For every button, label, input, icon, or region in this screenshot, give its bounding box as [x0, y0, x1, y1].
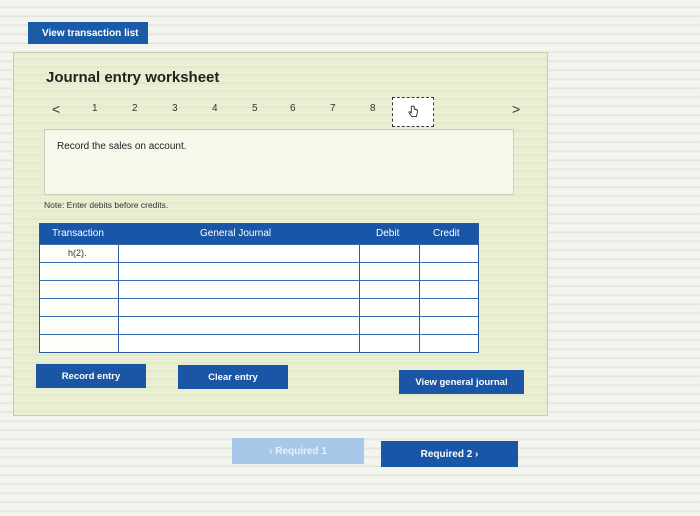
transaction-cell: [40, 281, 118, 298]
debit-input[interactable]: [359, 281, 419, 298]
page-8[interactable]: 8: [370, 103, 376, 114]
page-7[interactable]: 7: [330, 103, 336, 114]
credit-input[interactable]: [419, 263, 478, 280]
account-input[interactable]: [118, 281, 359, 298]
worksheet-pager: < 1 2 3 4 5 6 7 8 >: [14, 97, 549, 127]
transaction-label: h(2).: [68, 248, 87, 258]
view-transaction-list-button[interactable]: View transaction list: [28, 22, 148, 44]
clear-entry-button[interactable]: Clear entry: [178, 365, 288, 389]
header-debit: Debit: [376, 228, 400, 239]
table-row: [40, 316, 478, 335]
header-credit: Credit: [433, 228, 460, 239]
next-required-button[interactable]: Required 2 ›: [381, 441, 518, 467]
prev-required-button[interactable]: ‹ Required 1: [232, 438, 364, 464]
view-general-journal-button[interactable]: View general journal: [399, 370, 524, 394]
account-input[interactable]: [118, 263, 359, 280]
transaction-cell: [40, 299, 118, 316]
header-transaction: Transaction: [52, 228, 104, 239]
journal-table-header: Transaction General Journal Debit Credit: [40, 224, 478, 244]
table-row: [40, 280, 478, 299]
prev-page-arrow-icon[interactable]: <: [52, 101, 60, 117]
worksheet-title: Journal entry worksheet: [46, 69, 220, 86]
debit-input[interactable]: [359, 335, 419, 352]
journal-entry-worksheet-panel: Journal entry worksheet < 1 2 3 4 5 6 7 …: [13, 52, 548, 416]
debit-input[interactable]: [359, 299, 419, 316]
transaction-cell: h(2).: [40, 245, 118, 262]
page-1[interactable]: 1: [92, 103, 98, 114]
next-page-arrow-icon[interactable]: >: [512, 101, 520, 117]
page-5[interactable]: 5: [252, 103, 258, 114]
credit-input[interactable]: [419, 317, 478, 334]
debit-input[interactable]: [359, 263, 419, 280]
next-required-label: Required 2: [420, 448, 473, 460]
credit-input[interactable]: [419, 245, 478, 262]
table-row: [40, 334, 478, 353]
hand-pointer-icon: [408, 105, 418, 117]
table-row: h(2).: [40, 244, 478, 263]
debit-input[interactable]: [359, 317, 419, 334]
header-general-journal: General Journal: [200, 228, 272, 239]
instruction-box: Record the sales on account.: [44, 129, 514, 195]
transaction-cell: [40, 263, 118, 280]
debit-input[interactable]: [359, 245, 419, 262]
page-4[interactable]: 4: [212, 103, 218, 114]
prev-required-label: Required 1: [275, 445, 327, 457]
credit-input[interactable]: [419, 335, 478, 352]
table-row: [40, 298, 478, 317]
account-input[interactable]: [118, 299, 359, 316]
page-2[interactable]: 2: [132, 103, 138, 114]
credit-input[interactable]: [419, 281, 478, 298]
account-input[interactable]: [118, 317, 359, 334]
transaction-cell: [40, 335, 118, 352]
page-6[interactable]: 6: [290, 103, 296, 114]
account-input[interactable]: [118, 335, 359, 352]
chevron-right-icon: ›: [472, 448, 479, 460]
transaction-cell: [40, 317, 118, 334]
active-page-tab[interactable]: [392, 97, 434, 127]
instruction-text: Record the sales on account.: [57, 141, 187, 152]
page-3[interactable]: 3: [172, 103, 178, 114]
account-input[interactable]: [118, 245, 359, 262]
journal-table: Transaction General Journal Debit Credit…: [39, 223, 479, 353]
record-entry-button[interactable]: Record entry: [36, 364, 146, 388]
credit-input[interactable]: [419, 299, 478, 316]
table-row: [40, 262, 478, 281]
note-text: Note: Enter debits before credits.: [44, 200, 169, 210]
